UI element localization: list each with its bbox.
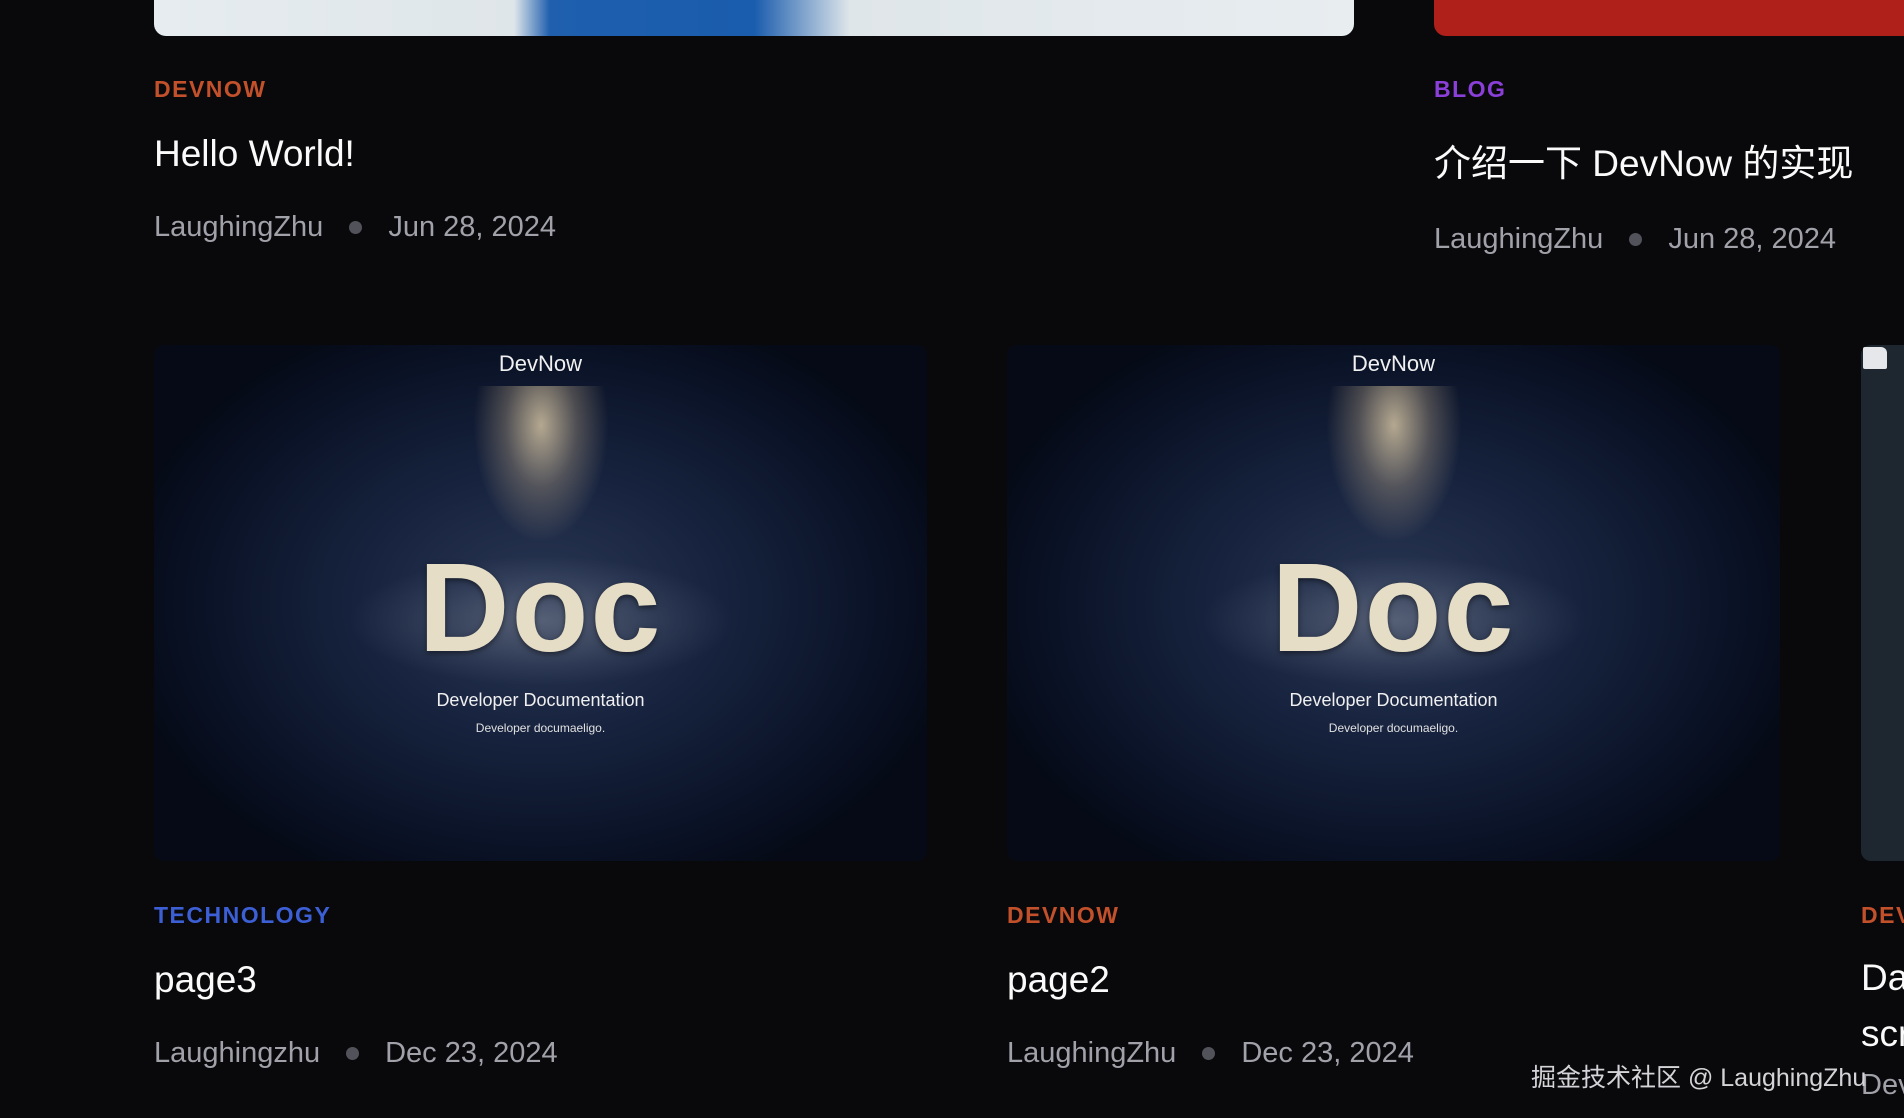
post-thumbnail-page2[interactable]: DevNow Doc Developer Documentation Devel… bbox=[1007, 345, 1780, 861]
post-date: Dec 23, 2024 bbox=[385, 1037, 558, 1069]
post-author: Laughingzhu bbox=[154, 1037, 321, 1069]
post-meta: LaughingZhu Jun 28, 2024 bbox=[1434, 223, 1853, 256]
post-date: Jun 28, 2024 bbox=[388, 211, 557, 243]
post-meta: LaughingZhu Dec 23, 2024 bbox=[1007, 1037, 1414, 1070]
post-thumbnail-partial[interactable] bbox=[1861, 345, 1904, 861]
post-date: Dec 23, 2024 bbox=[1241, 1037, 1414, 1069]
separator-dot bbox=[346, 1047, 360, 1060]
thumbnail-brand: DevNow bbox=[498, 351, 583, 376]
thumbnail-subtitle: Developer Documentation bbox=[1289, 690, 1498, 710]
post-category[interactable]: TECHNOLOGY bbox=[154, 902, 558, 929]
post-author: LaughingZhu bbox=[1007, 1037, 1177, 1069]
post-category[interactable]: DEVNOW bbox=[154, 76, 556, 103]
post-card-partial[interactable]: DEV Da scr Dev bbox=[1861, 902, 1904, 1102]
separator-dot bbox=[1629, 233, 1643, 246]
thumbnail-word: Doc bbox=[1271, 537, 1516, 678]
post-date: Jun 28, 2024 bbox=[1668, 223, 1837, 255]
post-author: Dev bbox=[1861, 1069, 1904, 1101]
post-title-line2[interactable]: scr bbox=[1861, 1013, 1904, 1055]
post-meta: Laughingzhu Dec 23, 2024 bbox=[154, 1037, 558, 1070]
post-card-devnow-intro[interactable]: BLOG 介绍一下 DevNow 的实现 LaughingZhu Jun 28,… bbox=[1434, 76, 1853, 256]
post-card-page2[interactable]: DEVNOW page2 LaughingZhu Dec 23, 2024 bbox=[1007, 902, 1414, 1070]
post-title[interactable]: page3 bbox=[154, 959, 558, 1001]
post-author: LaughingZhu bbox=[154, 211, 324, 243]
post-thumbnail-page3[interactable]: DevNow Doc Developer Documentation Devel… bbox=[154, 345, 927, 861]
post-card-page3[interactable]: TECHNOLOGY page3 Laughingzhu Dec 23, 202… bbox=[154, 902, 558, 1070]
post-meta: LaughingZhu Jun 28, 2024 bbox=[154, 211, 556, 244]
thumbnail-brand: DevNow bbox=[1351, 351, 1436, 376]
watermark: 掘金技术社区 @ LaughingZhu bbox=[1531, 1064, 1867, 1092]
post-card-hello-world[interactable]: DEVNOW Hello World! LaughingZhu Jun 28, … bbox=[154, 76, 556, 244]
post-title-line1[interactable]: Da bbox=[1861, 957, 1904, 999]
post-category[interactable]: DEVNOW bbox=[1007, 902, 1414, 929]
separator-dot bbox=[349, 221, 363, 234]
post-category[interactable]: BLOG bbox=[1434, 76, 1853, 103]
thumbnail-subtitle-small: Developer documaeligo. bbox=[1328, 721, 1459, 735]
post-author: LaughingZhu bbox=[1434, 223, 1604, 255]
thumbnail-subtitle: Developer Documentation bbox=[436, 690, 645, 710]
broken-image-icon bbox=[1863, 347, 1887, 369]
post-title[interactable]: 介绍一下 DevNow 的实现 bbox=[1434, 133, 1853, 187]
separator-dot bbox=[1202, 1047, 1216, 1060]
post-thumbnail-hello-world[interactable] bbox=[154, 0, 1354, 36]
thumbnail-subtitle-small: Developer documaeligo. bbox=[475, 721, 606, 735]
post-category[interactable]: DEV bbox=[1861, 902, 1904, 929]
post-title[interactable]: Hello World! bbox=[154, 133, 556, 175]
post-thumbnail-devnow-intro[interactable] bbox=[1434, 0, 1904, 36]
post-title[interactable]: page2 bbox=[1007, 959, 1414, 1001]
thumbnail-word: Doc bbox=[418, 537, 663, 678]
